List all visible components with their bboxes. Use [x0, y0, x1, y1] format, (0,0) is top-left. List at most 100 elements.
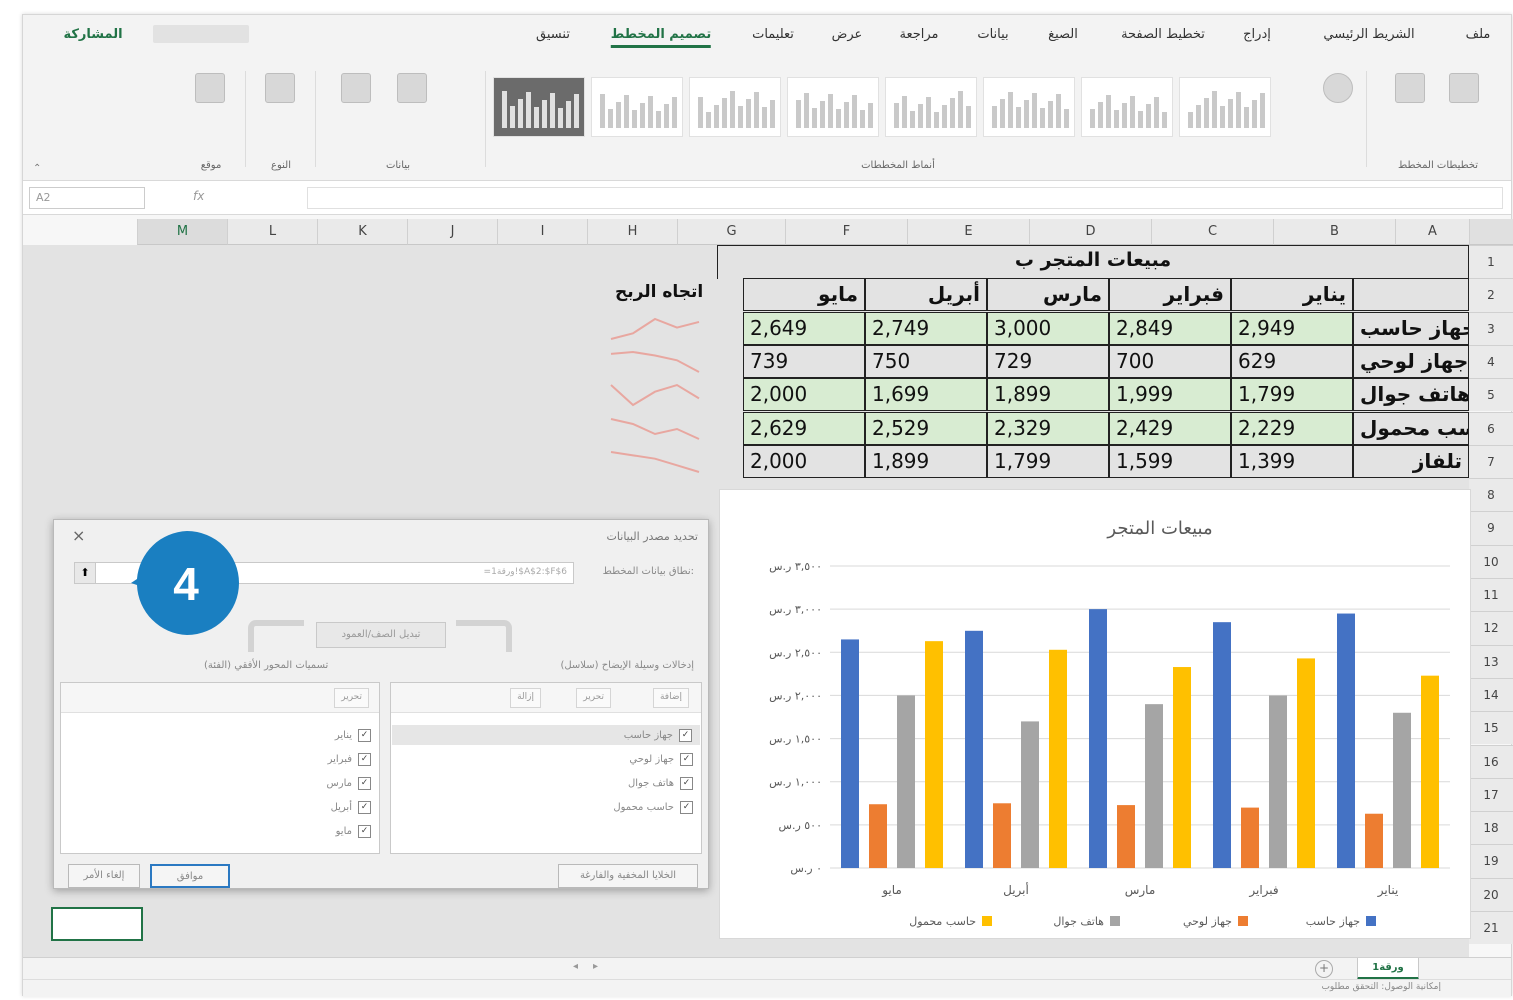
column-header-J[interactable]: J — [407, 219, 497, 245]
column-header-I[interactable]: I — [497, 219, 587, 245]
header-empty-cell[interactable] — [1353, 278, 1469, 312]
row-header-20[interactable]: 20 — [1469, 877, 1513, 911]
value-cell[interactable]: 1,599 — [1109, 444, 1231, 478]
search-box[interactable] — [153, 25, 249, 43]
checkbox-checked-icon[interactable]: ✓ — [680, 776, 693, 790]
series-list-item[interactable]: جهاز لوحي ✓ — [629, 749, 693, 769]
chart-style-thumb[interactable] — [1081, 77, 1173, 137]
value-cell[interactable]: 2,529 — [865, 411, 987, 445]
axis-list-item[interactable]: مارس ✓ — [327, 773, 371, 793]
ribbon-tab-4[interactable]: الصيغ — [1048, 27, 1078, 42]
move-chart-button[interactable] — [191, 73, 229, 135]
checkbox-checked-icon[interactable]: ✓ — [358, 800, 371, 814]
value-cell[interactable]: 750 — [865, 344, 987, 378]
value-cell[interactable]: 739 — [743, 344, 865, 378]
ribbon-tab-5[interactable]: بيانات — [977, 27, 1008, 42]
row-label-cell[interactable]: حاسب محمول — [1353, 411, 1469, 445]
chart-style-thumb[interactable] — [1179, 77, 1271, 137]
column-header-A[interactable]: A — [1395, 219, 1469, 245]
add-chart-element-button[interactable] — [1445, 73, 1483, 135]
month-header-cell[interactable]: أبريل — [865, 278, 987, 312]
value-cell[interactable]: 2,229 — [1231, 411, 1353, 445]
add-sheet-icon[interactable]: + — [1315, 960, 1333, 978]
sheet-tab[interactable]: ورقة1 — [1357, 958, 1419, 980]
quick-layout-button[interactable] — [1391, 73, 1429, 135]
value-cell[interactable]: 1,899 — [987, 378, 1109, 412]
column-header-L[interactable]: L — [227, 219, 317, 245]
value-cell[interactable]: 1,699 — [865, 378, 987, 412]
month-header-cell[interactable]: مارس — [987, 278, 1109, 312]
row-header-21[interactable]: 21 — [1469, 911, 1513, 945]
row-label-cell[interactable]: جهاز حاسب — [1353, 311, 1469, 345]
switch-row-column-button[interactable] — [393, 73, 431, 135]
row-header-2[interactable]: 2 — [1469, 278, 1513, 312]
row-header-19[interactable]: 19 — [1469, 844, 1513, 878]
value-cell[interactable]: 2,949 — [1231, 311, 1353, 345]
column-header-E[interactable]: E — [907, 219, 1029, 245]
formula-input[interactable] — [307, 187, 1503, 209]
column-header-G[interactable]: G — [677, 219, 785, 245]
scroll-left-icon[interactable]: ◂ — [573, 961, 578, 972]
value-cell[interactable]: 1,899 — [865, 444, 987, 478]
value-cell[interactable]: 1,799 — [1231, 378, 1353, 412]
ribbon-tab-10[interactable]: تنسيق — [536, 27, 570, 42]
month-header-cell[interactable]: يناير — [1231, 278, 1353, 312]
chart-style-thumb[interactable] — [493, 77, 585, 137]
axis-list-item[interactable]: مايو ✓ — [336, 821, 371, 841]
ribbon-tab-8[interactable]: تعليمات — [752, 27, 794, 42]
checkbox-checked-icon[interactable]: ✓ — [358, 776, 371, 790]
column-header-M[interactable]: M — [137, 219, 227, 245]
column-header-B[interactable]: B — [1273, 219, 1395, 245]
axis-list-item[interactable]: يناير ✓ — [335, 725, 371, 745]
value-cell[interactable]: 2,000 — [743, 444, 865, 478]
edit-series-button[interactable]: تحرير — [576, 688, 611, 708]
checkbox-checked-icon[interactable]: ✓ — [680, 752, 693, 766]
ribbon-tab-2[interactable]: إدراج — [1243, 27, 1271, 42]
value-cell[interactable]: 2,749 — [865, 311, 987, 345]
series-list-item[interactable]: جهاز حاسب ✓ — [392, 725, 700, 745]
row-label-cell[interactable]: تلفاز — [1353, 444, 1469, 478]
ribbon-tab-1[interactable]: الشريط الرئيسي — [1323, 27, 1414, 42]
chart-style-thumb[interactable] — [591, 77, 683, 137]
row-header-13[interactable]: 13 — [1469, 644, 1513, 678]
value-cell[interactable]: 2,429 — [1109, 411, 1231, 445]
checkbox-checked-icon[interactable]: ✓ — [358, 728, 371, 742]
column-header-C[interactable]: C — [1151, 219, 1273, 245]
row-header-1[interactable]: 1 — [1469, 245, 1513, 279]
ribbon-tab-0[interactable]: ملف — [1466, 27, 1491, 42]
scroll-right-icon[interactable]: ▸ — [593, 961, 598, 972]
name-box[interactable]: A2 — [29, 187, 145, 209]
chart-style-thumb[interactable] — [983, 77, 1075, 137]
share-button[interactable]: المشاركة — [63, 27, 122, 42]
row-header-17[interactable]: 17 — [1469, 777, 1513, 812]
value-cell[interactable]: 2,649 — [743, 311, 865, 345]
row-header-8[interactable]: 8 — [1469, 478, 1513, 512]
chart-style-thumb[interactable] — [689, 77, 781, 137]
row-header-14[interactable]: 14 — [1469, 677, 1513, 712]
switch-row-column-dialog-button[interactable]: تبديل الصف/العمود — [316, 622, 446, 648]
ribbon-tab-9[interactable]: تصميم المخطط — [610, 27, 712, 48]
change-chart-type-button[interactable] — [261, 73, 299, 135]
series-list-item[interactable]: حاسب محمول ✓ — [613, 797, 693, 817]
ribbon-tab-7[interactable]: عرض — [832, 27, 863, 42]
chart-style-thumb[interactable] — [787, 77, 879, 137]
value-cell[interactable]: 2,000 — [743, 378, 865, 412]
checkbox-checked-icon[interactable]: ✓ — [358, 824, 371, 838]
selected-cell[interactable] — [51, 907, 143, 941]
month-header-cell[interactable]: مايو — [743, 278, 865, 312]
axis-list-item[interactable]: فبراير ✓ — [328, 749, 371, 769]
row-header-10[interactable]: 10 — [1469, 544, 1513, 578]
row-header-9[interactable]: 9 — [1469, 511, 1513, 545]
series-list-item[interactable]: هاتف جوال ✓ — [628, 773, 693, 793]
hidden-empty-cells-button[interactable]: الخلايا المخفية والفارغة — [558, 864, 698, 888]
axis-list-item[interactable]: أبريل ✓ — [331, 797, 371, 817]
row-header-6[interactable]: 6 — [1469, 411, 1513, 445]
value-cell[interactable]: 729 — [987, 344, 1109, 378]
row-header-12[interactable]: 12 — [1469, 611, 1513, 645]
month-header-cell[interactable]: فبراير — [1109, 278, 1231, 312]
ok-button[interactable]: موافق — [150, 864, 230, 888]
accessibility-status[interactable]: إمكانية الوصول: التحقق مطلوب — [1321, 982, 1441, 992]
edit-axis-button[interactable]: تحرير — [334, 688, 369, 708]
checkbox-checked-icon[interactable]: ✓ — [679, 728, 692, 742]
chart-style-thumb[interactable] — [885, 77, 977, 137]
